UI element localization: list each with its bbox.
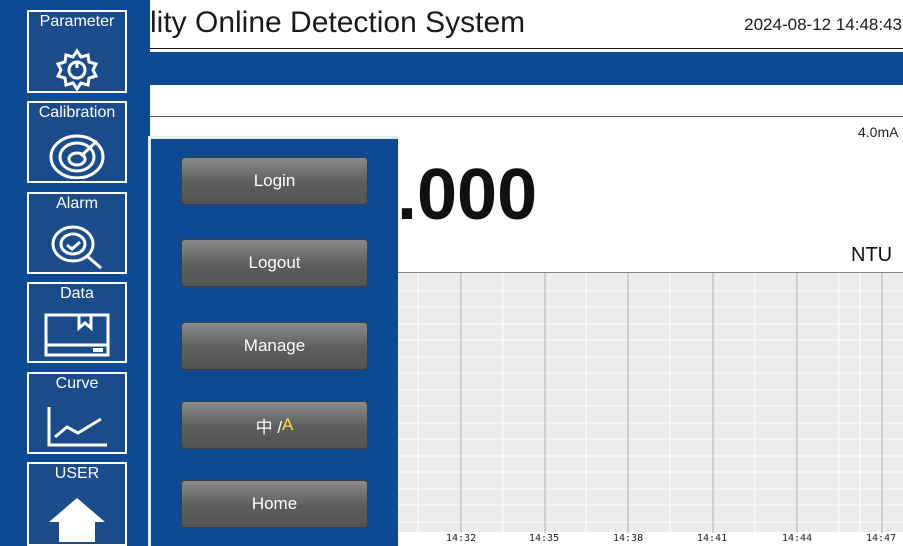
sidebar-item-alarm[interactable]: Alarm [27,192,127,274]
app-title: lity Online Detection System [150,6,526,39]
header-divider [150,48,903,49]
status-band [150,52,903,85]
trend-grid [398,273,903,533]
alarm-magnifier-icon [51,225,102,270]
sidebar-item-label: Parameter [39,13,115,30]
logout-button[interactable]: Logout [181,239,368,287]
sidebar-item-label: Data [60,285,94,302]
sidebar-item-label: Curve [55,375,99,392]
time-tick: 14:38 [613,533,644,544]
time-tick: 14:32 [446,533,477,544]
gear-icon [55,48,99,91]
user-menu-popup: Login Logout Manage 中 / A Home [148,136,398,546]
sidebar-item-label: USER [54,465,100,482]
calibration-dial-icon [49,134,105,179]
data-box-icon [44,313,110,357]
time-tick: 14:44 [782,533,813,544]
sidebar-item-label: Calibration [38,104,116,121]
sidebar-nav: Parameter Calibration Alarm Data Curve U… [0,0,150,546]
trend-plot [398,272,903,533]
language-en-label: A [282,415,294,434]
curve-chart-icon [47,407,107,447]
time-tick: 14:47 [866,533,897,544]
home-button[interactable]: Home [181,480,368,528]
measurement-value: .000 [397,155,538,235]
time-tick: 14:35 [529,533,560,544]
section-divider [150,116,903,117]
sidebar-item-calibration[interactable]: Calibration [27,101,127,183]
home-icon [49,498,105,542]
sidebar-item-data[interactable]: Data [27,282,127,363]
sidebar-item-parameter[interactable]: Parameter [27,10,127,93]
sidebar-item-curve[interactable]: Curve [27,372,127,454]
sidebar-item-user[interactable]: USER [27,462,127,546]
measurement-unit: NTU [851,244,893,266]
time-tick: 14:41 [697,533,728,544]
manage-button[interactable]: Manage [181,322,368,370]
language-toggle-button[interactable]: 中 / A [181,401,368,449]
datetime-display: 2024-08-12 14:48:43 [744,15,902,34]
language-zh-label: 中 / [255,417,283,437]
current-output-readout: 4.0mA [858,124,899,140]
login-button[interactable]: Login [181,157,368,205]
sidebar-item-label: Alarm [56,195,98,212]
